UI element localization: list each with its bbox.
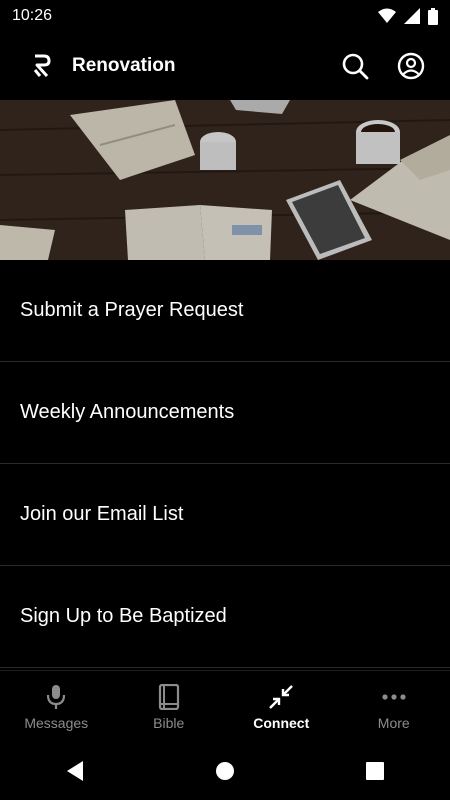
- microphone-icon: [47, 685, 66, 709]
- list-item-weekly-announcements[interactable]: Weekly Announcements: [0, 362, 450, 464]
- system-nav-bar: [0, 742, 450, 800]
- renovation-logo-icon: [24, 48, 60, 84]
- list-item-label: Submit a Prayer Request: [20, 299, 244, 321]
- nav-tab-messages[interactable]: Messages: [0, 671, 113, 743]
- connect-menu-list: Submit a Prayer Request Weekly Announcem…: [0, 260, 450, 668]
- status-icons: [378, 7, 438, 25]
- book-icon: [158, 684, 179, 710]
- nav-tab-label: Messages: [24, 715, 89, 731]
- back-icon[interactable]: [65, 760, 85, 782]
- wifi-icon: [378, 8, 396, 23]
- list-item-prayer-request[interactable]: Submit a Prayer Request: [0, 260, 450, 362]
- nav-tab-bible[interactable]: Bible: [113, 671, 226, 743]
- list-item-label: Join our Email List: [20, 503, 184, 525]
- account-circle-icon: [397, 52, 425, 80]
- nav-tab-label: Bible: [153, 715, 185, 731]
- profile-button[interactable]: [396, 51, 426, 81]
- list-item-baptism-signup[interactable]: Sign Up to Be Baptized: [0, 566, 450, 668]
- nav-tab-more[interactable]: More: [338, 671, 450, 743]
- nav-tab-label: Connect: [253, 715, 310, 731]
- search-button[interactable]: [340, 51, 370, 81]
- battery-icon: [428, 7, 438, 25]
- app-bar: Renovation: [0, 32, 450, 100]
- list-item-label: Sign Up to Be Baptized: [20, 605, 227, 627]
- list-item-label: Weekly Announcements: [20, 401, 235, 423]
- nav-tab-label: More: [377, 715, 410, 731]
- hero-image: [0, 100, 450, 260]
- recents-icon[interactable]: [365, 761, 385, 781]
- nav-tab-connect[interactable]: Connect: [225, 671, 338, 743]
- more-dots-icon: [382, 694, 406, 700]
- home-icon[interactable]: [215, 761, 235, 781]
- cellular-signal-icon: [404, 8, 420, 24]
- list-item-email-list[interactable]: Join our Email List: [0, 464, 450, 566]
- status-bar: 10:26: [0, 0, 450, 32]
- connect-arrows-icon: [269, 685, 294, 709]
- app-title: Renovation: [72, 55, 176, 76]
- search-icon: [342, 53, 369, 80]
- status-time: 10:26: [12, 7, 53, 24]
- bottom-nav: Messages Bible Connect More: [0, 670, 450, 743]
